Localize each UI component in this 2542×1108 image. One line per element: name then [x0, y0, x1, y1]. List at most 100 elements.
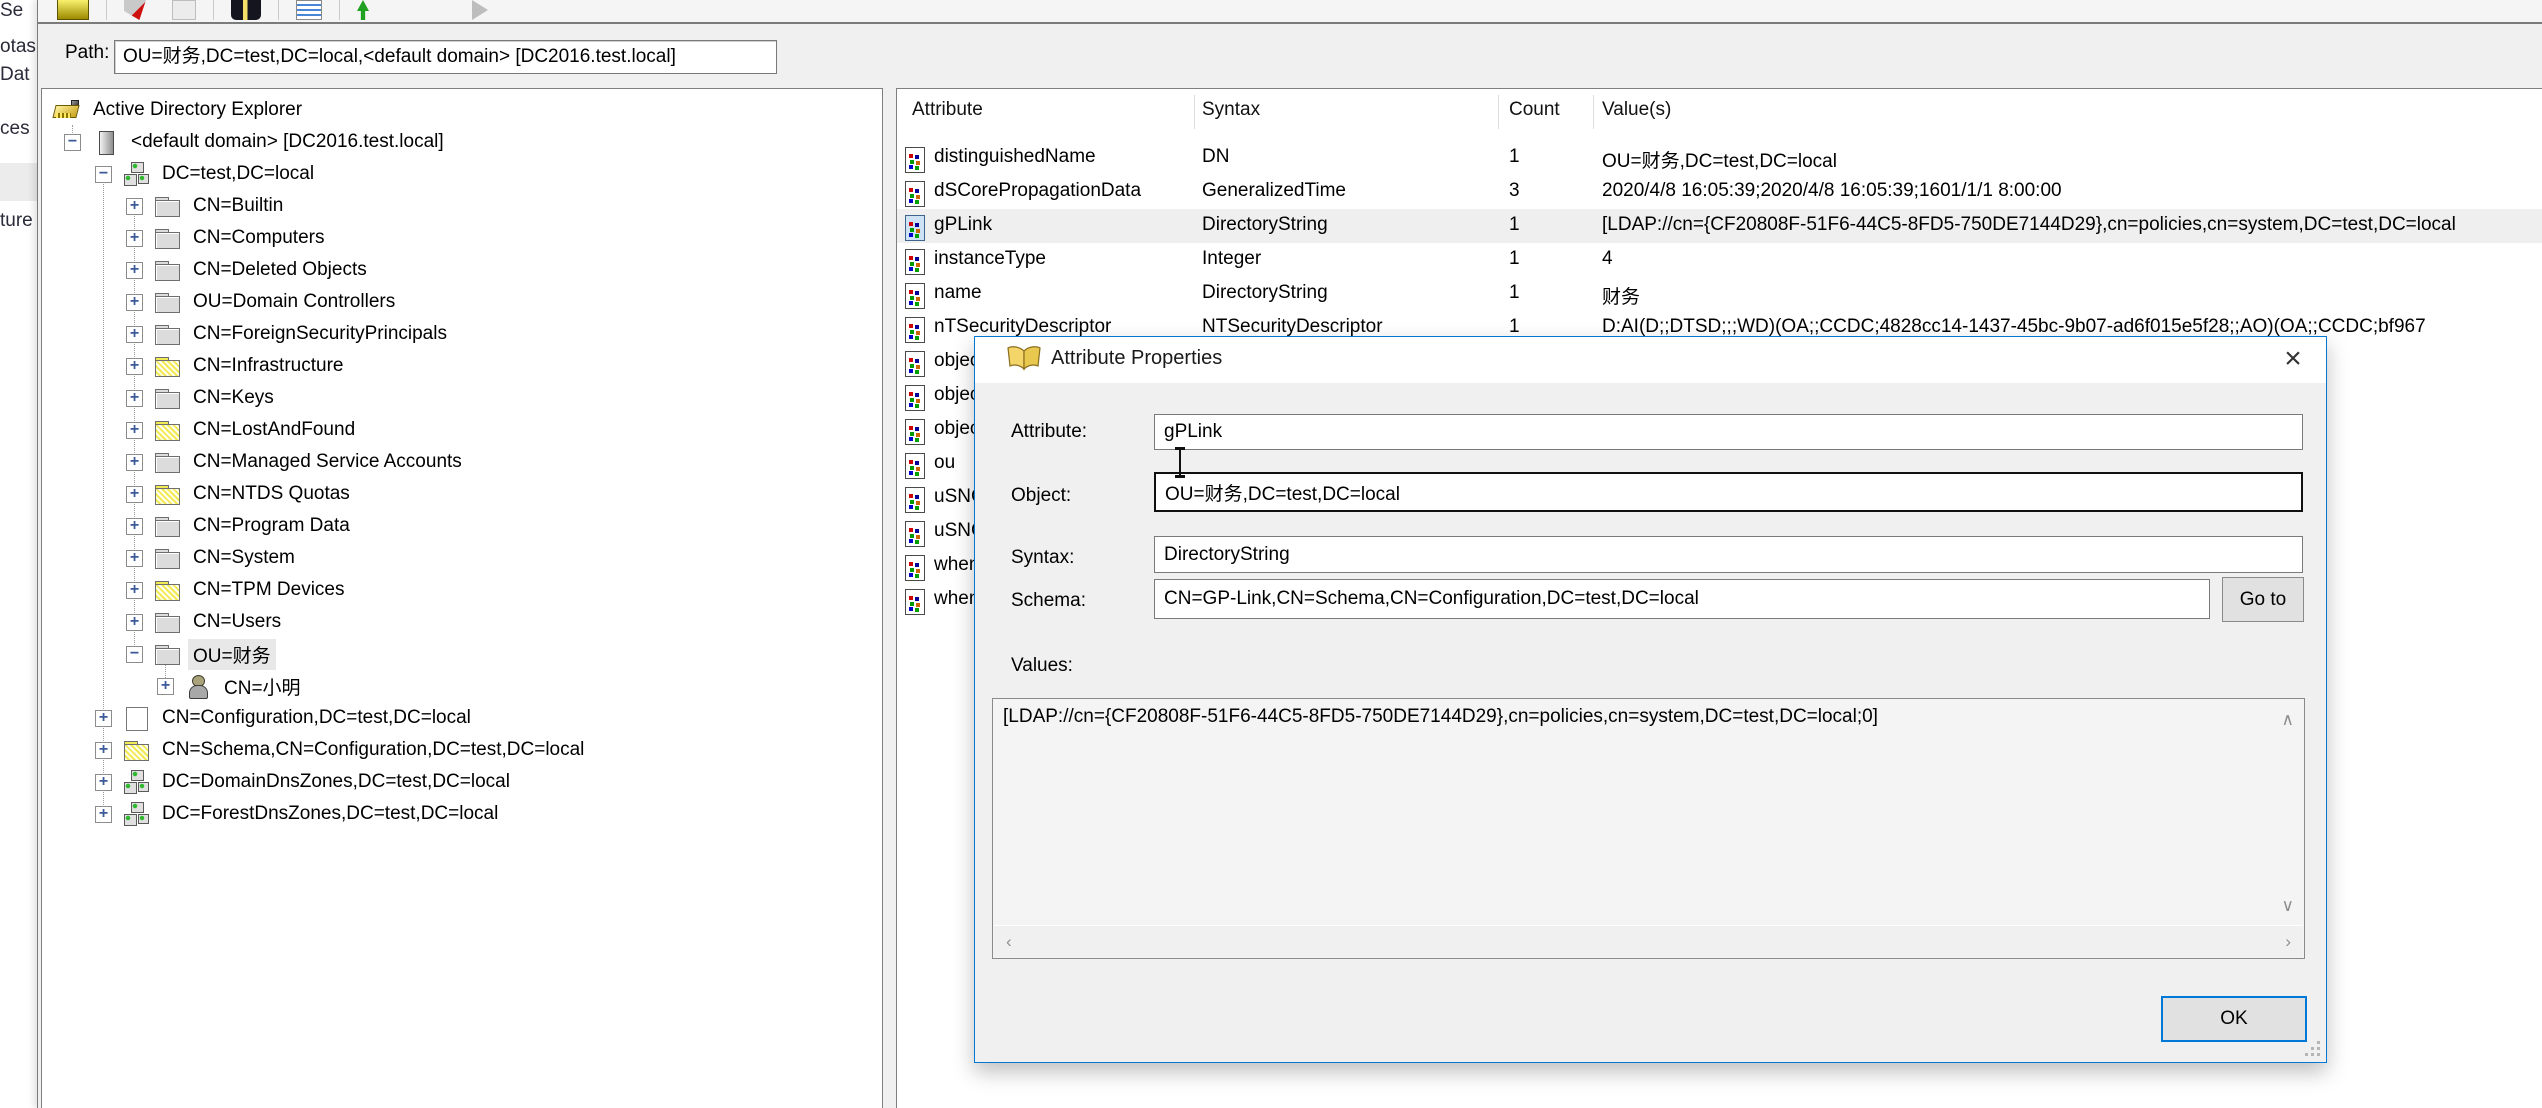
background-text-fragment: ture	[0, 210, 33, 232]
tree-item[interactable]: −<default domain> [DC2016.test.local]	[44, 126, 880, 158]
expand-icon[interactable]: +	[126, 582, 143, 599]
attribute-row[interactable]: nameDirectoryString1财务	[897, 277, 2542, 311]
column-header-syntax[interactable]: Syntax	[1202, 99, 1260, 121]
cell-attribute: gPLink	[934, 214, 1196, 236]
cell-values: 财务	[1602, 282, 2542, 309]
values-label: Values:	[1011, 655, 1073, 677]
expand-icon[interactable]: +	[95, 774, 112, 791]
scroll-down-icon[interactable]: ∨	[2282, 897, 2294, 914]
schema-field[interactable]: CN=GP-Link,CN=Schema,CN=Configuration,DC…	[1154, 579, 2210, 619]
tree-item[interactable]: +CN=Managed Service Accounts	[44, 446, 880, 478]
tree-item[interactable]: +CN=Deleted Objects	[44, 254, 880, 286]
tree-item-label: Active Directory Explorer	[88, 97, 307, 123]
values-box[interactable]: [LDAP://cn={CF20808F-51F6-44C5-8FD5-750D…	[992, 698, 2305, 959]
tree-item[interactable]: +CN=System	[44, 542, 880, 574]
collapse-icon[interactable]: −	[64, 134, 81, 151]
tree-item[interactable]: +CN=小明	[44, 670, 880, 702]
resize-grip-icon[interactable]	[2305, 1041, 2321, 1057]
tree-item[interactable]: +DC=DomainDnsZones,DC=test,DC=local	[44, 766, 880, 798]
scroll-up-icon[interactable]: ∧	[2282, 711, 2294, 728]
expand-icon[interactable]: +	[126, 230, 143, 247]
column-separator[interactable]	[1498, 95, 1499, 129]
tree-item[interactable]: +CN=NTDS Quotas	[44, 478, 880, 510]
open-folder-icon[interactable]	[57, 0, 89, 20]
tree-item[interactable]: +CN=Program Data	[44, 510, 880, 542]
attribute-field[interactable]: gPLink	[1154, 414, 2303, 450]
attribute-row[interactable]: instanceTypeInteger14	[897, 243, 2542, 277]
column-header-count[interactable]: Count	[1509, 99, 1560, 121]
tree-item[interactable]: −DC=test,DC=local	[44, 158, 880, 190]
expand-icon[interactable]: +	[95, 710, 112, 727]
column-separator[interactable]	[1593, 95, 1594, 129]
collapse-icon[interactable]: −	[95, 166, 112, 183]
tree-item[interactable]: +CN=LostAndFound	[44, 414, 880, 446]
pin-icon[interactable]	[124, 0, 146, 20]
column-header-values[interactable]: Value(s)	[1602, 99, 1671, 121]
expand-icon[interactable]: +	[126, 294, 143, 311]
cell-syntax: GeneralizedTime	[1202, 180, 1502, 202]
go-to-button[interactable]: Go to	[2222, 577, 2304, 622]
expand-icon[interactable]: +	[157, 678, 174, 695]
tree-item[interactable]: +DC=ForestDnsZones,DC=test,DC=local	[44, 798, 880, 830]
column-header-attribute[interactable]: Attribute	[912, 99, 983, 121]
object-field[interactable]: OU=财务,DC=test,DC=local	[1154, 472, 2303, 512]
background-text-fragment: Dat	[0, 64, 30, 86]
path-label: Path:	[65, 42, 109, 64]
collapse-icon[interactable]: −	[126, 646, 143, 663]
expand-icon[interactable]: +	[126, 358, 143, 375]
tree-item[interactable]: +CN=TPM Devices	[44, 574, 880, 606]
horizontal-scrollbar[interactable]: ‹ ›	[994, 925, 2303, 957]
folder-yellow-icon	[154, 482, 180, 506]
expand-icon[interactable]: +	[126, 454, 143, 471]
expand-icon[interactable]: +	[95, 742, 112, 759]
tree-item-label: OU=Domain Controllers	[188, 289, 400, 315]
tree-item[interactable]: + CN=ForeignSecurityPrincipals	[44, 318, 880, 350]
expand-icon[interactable]: +	[126, 422, 143, 439]
tree-item[interactable]: +CN=Schema,CN=Configuration,DC=test,DC=l…	[44, 734, 880, 766]
tree-item-label: CN=ForeignSecurityPrincipals	[188, 321, 452, 347]
tree-item[interactable]: Active Directory Explorer	[44, 94, 880, 126]
path-input[interactable]: OU=财务,DC=test,DC=local,<default domain> …	[114, 40, 777, 74]
tree-item[interactable]: −OU=财务	[44, 638, 880, 670]
attribute-row[interactable]: dSCorePropagationDataGeneralizedTime3202…	[897, 175, 2542, 209]
forward-icon[interactable]	[472, 0, 488, 20]
expand-icon[interactable]: +	[126, 390, 143, 407]
cell-attribute: distinguishedName	[934, 146, 1196, 168]
text-cursor-icon	[1172, 447, 1188, 478]
tree-item-label: CN=Computers	[188, 225, 329, 251]
expand-icon[interactable]: +	[126, 550, 143, 567]
ok-button[interactable]: OK	[2161, 996, 2307, 1042]
scroll-right-icon[interactable]: ›	[2285, 933, 2291, 950]
expand-icon[interactable]: +	[126, 198, 143, 215]
attribute-page-icon	[903, 520, 925, 546]
expand-icon[interactable]: +	[126, 486, 143, 503]
back-icon[interactable]	[357, 0, 369, 20]
list-icon[interactable]	[296, 0, 322, 20]
close-icon[interactable]: ×	[2278, 339, 2308, 379]
attribute-page-icon	[903, 214, 925, 240]
scroll-left-icon[interactable]: ‹	[1006, 933, 1012, 950]
tree-item[interactable]: +CN=Builtin	[44, 190, 880, 222]
tree-item[interactable]: + OU=Domain Controllers	[44, 286, 880, 318]
attribute-row[interactable]: distinguishedNameDN1OU=财务,DC=test,DC=loc…	[897, 141, 2542, 175]
folder-gray-icon	[154, 546, 180, 570]
cell-attribute: instanceType	[934, 248, 1196, 270]
schema-field-label: Schema:	[1011, 590, 1086, 612]
column-separator[interactable]	[1194, 95, 1195, 129]
cell-count: 1	[1509, 316, 1579, 338]
attribute-page-icon	[903, 248, 925, 274]
expand-icon[interactable]: +	[126, 614, 143, 631]
tree-item[interactable]: +CN=Infrastructure	[44, 350, 880, 382]
attribute-row[interactable]: gPLinkDirectoryString1[LDAP://cn={CF2080…	[897, 209, 2542, 243]
expand-icon[interactable]: +	[126, 518, 143, 535]
expand-icon[interactable]: +	[95, 806, 112, 823]
tree-item[interactable]: + CN=Computers	[44, 222, 880, 254]
binoculars-icon[interactable]	[231, 0, 261, 20]
page-icon[interactable]	[172, 0, 196, 20]
tree-item[interactable]: +CN=Users	[44, 606, 880, 638]
tree-item[interactable]: +CN=Configuration,DC=test,DC=local	[44, 702, 880, 734]
syntax-field[interactable]: DirectoryString	[1154, 536, 2303, 573]
expand-icon[interactable]: +	[126, 326, 143, 343]
tree-item[interactable]: +CN=Keys	[44, 382, 880, 414]
expand-icon[interactable]: +	[126, 262, 143, 279]
